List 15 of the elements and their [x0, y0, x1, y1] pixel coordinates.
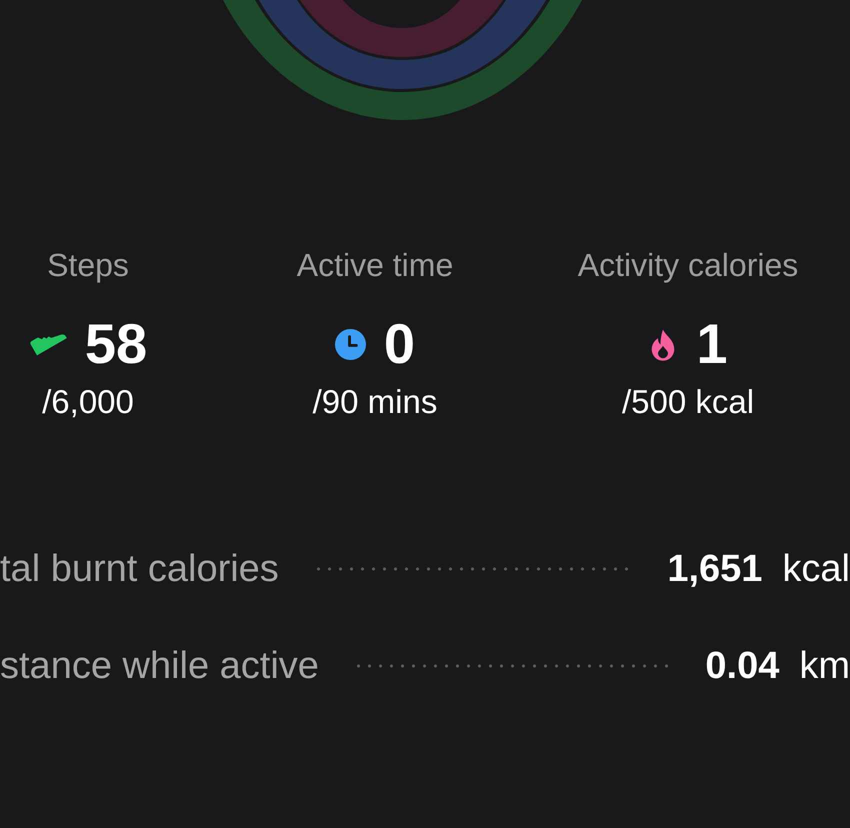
stat-goal: /6,000: [42, 382, 134, 422]
stat-label: Active time: [296, 246, 454, 284]
summary-label: stance while active: [0, 644, 319, 689]
summary-unit: kcal: [782, 547, 850, 592]
stat-goal: /500 kcal: [622, 382, 754, 422]
stat-value: 0: [384, 312, 416, 376]
stat-label: Activity calories: [578, 246, 798, 284]
summary-value: 0.04: [705, 644, 780, 689]
stat-value: 58: [84, 312, 148, 376]
stat-value: 1: [696, 312, 728, 376]
stat-label: Steps: [47, 246, 129, 284]
stat-goal: /90 mins: [312, 382, 438, 422]
summary-value: 1,651: [667, 547, 762, 592]
summary-unit: km: [799, 644, 850, 689]
summary-label: tal burnt calories: [0, 547, 279, 592]
